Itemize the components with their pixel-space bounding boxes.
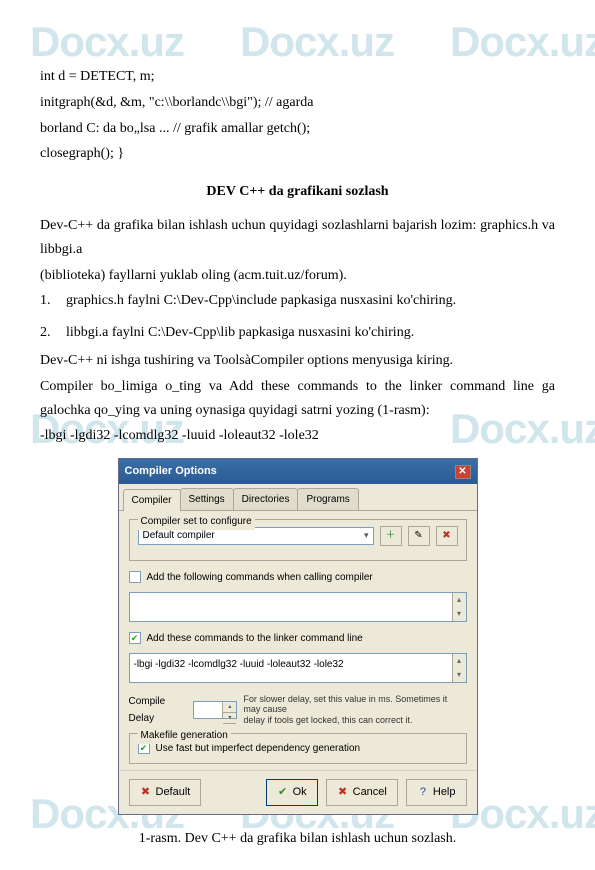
default-button[interactable]: ✖ Default	[129, 779, 202, 806]
compiler-options-window: Compiler Options ✕ Compiler Settings Dir…	[118, 458, 478, 814]
checkbox-label: Add these commands to the linker command…	[147, 630, 363, 647]
scroll-up-icon: ▴	[457, 654, 461, 668]
rename-icon: ✎	[414, 527, 422, 544]
delay-note: For slower delay, set this value in ms. …	[243, 694, 466, 726]
window-title: Compiler Options	[125, 462, 217, 481]
linker-commands-value: -lbgi -lgdi32 -lcomdlg32 -luuid -loleaut…	[134, 659, 344, 670]
button-label: Help	[433, 783, 456, 802]
makefile-group: Makefile generation ✔ Use fast but imper…	[129, 733, 467, 764]
code-line: initgraph(&d, &m, "c:\\borlandc\\bgi"); …	[40, 91, 555, 115]
list-number: 2.	[40, 321, 66, 345]
button-label: Default	[156, 783, 191, 802]
linker-commands-textarea[interactable]: -lbgi -lgdi32 -lcomdlg32 -luuid -loleaut…	[129, 653, 467, 683]
window-titlebar: Compiler Options ✕	[119, 459, 477, 484]
code-line: closegraph(); }	[40, 142, 555, 166]
tab-settings[interactable]: Settings	[180, 488, 234, 510]
delete-set-button[interactable]: ✖	[436, 526, 458, 546]
add-compiler-commands-checkbox[interactable]	[129, 571, 141, 583]
scroll-down-icon: ▾	[457, 607, 461, 621]
list-item-text: libbgi.a faylni C:\Dev-Cpp\lib papkasiga…	[66, 321, 414, 345]
paragraph: Compiler bo_limiga o_ting va Add these c…	[40, 375, 555, 423]
tab-compiler[interactable]: Compiler	[123, 489, 181, 511]
close-icon[interactable]: ✕	[455, 465, 471, 479]
section-label: Compiler set to configure	[138, 513, 255, 530]
scroll-down-icon: ▾	[457, 668, 461, 682]
code-line: -lbgi -lgdi32 -lcomdlg32 -luuid -loleaut…	[40, 424, 555, 448]
code-line: borland C: da bo„lsa ... // grafik amall…	[40, 117, 555, 141]
list-item-text: graphics.h faylni C:\Dev-Cpp\include pap…	[66, 289, 456, 313]
page-content: int d = DETECT, m; initgraph(&d, &m, "c:…	[0, 0, 595, 870]
ok-button[interactable]: ✔ Ok	[266, 779, 318, 806]
tab-directories[interactable]: Directories	[233, 488, 299, 510]
section-heading: DEV C++ da grafikani sozlash	[40, 180, 555, 204]
plus-icon: ＋	[386, 527, 396, 544]
add-linker-commands-checkbox[interactable]: ✔	[129, 632, 141, 644]
figure-caption: 1-rasm. Dev C++ da grafika bilan ishlash…	[40, 827, 555, 851]
check-icon: ✔	[277, 786, 289, 798]
panel: Compiler set to configure Default compil…	[119, 511, 477, 770]
checkbox-label: Add the following commands when calling …	[147, 569, 373, 586]
x-icon: ✖	[140, 786, 152, 798]
x-icon: ✖	[337, 786, 349, 798]
spin-up-icon[interactable]: ▴	[223, 702, 236, 713]
scrollbar[interactable]: ▴▾	[452, 593, 466, 621]
paragraph: (biblioteka) fayllarni yuklab oling (acm…	[40, 264, 555, 288]
spin-down-icon[interactable]: ▾	[223, 713, 236, 724]
paragraph: Dev-C++ ni ishga tushiring va ToolsàComp…	[40, 349, 555, 373]
tab-programs[interactable]: Programs	[297, 488, 358, 510]
delay-label: Compile Delay	[129, 693, 187, 727]
help-button[interactable]: ? Help	[406, 779, 467, 806]
code-line: int d = DETECT, m;	[40, 65, 555, 89]
paragraph: Dev-C++ da grafika bilan ishlash uchun q…	[40, 214, 555, 262]
scrollbar[interactable]: ▴▾	[452, 654, 466, 682]
cancel-button[interactable]: ✖ Cancel	[326, 779, 398, 806]
add-set-button[interactable]: ＋	[380, 526, 402, 546]
button-bar: ✖ Default ✔ Ok ✖ Cancel ? Help	[119, 770, 477, 814]
compiler-commands-textarea[interactable]: ▴▾	[129, 592, 467, 622]
fast-dependency-checkbox[interactable]: ✔	[138, 742, 150, 754]
scroll-up-icon: ▴	[457, 593, 461, 607]
button-label: Cancel	[353, 783, 387, 802]
tab-strip: Compiler Settings Directories Programs	[119, 484, 477, 511]
x-icon: ✖	[442, 527, 450, 544]
rename-set-button[interactable]: ✎	[408, 526, 430, 546]
dialog-figure: Compiler Options ✕ Compiler Settings Dir…	[118, 458, 478, 814]
help-icon: ?	[417, 786, 429, 798]
delay-spinner[interactable]: ▴▾	[193, 701, 238, 719]
button-label: Ok	[293, 783, 307, 802]
list-number: 1.	[40, 289, 66, 313]
chevron-down-icon: ▾	[364, 528, 369, 543]
group-title: Makefile generation	[138, 727, 231, 744]
select-value: Default compiler	[143, 527, 215, 544]
